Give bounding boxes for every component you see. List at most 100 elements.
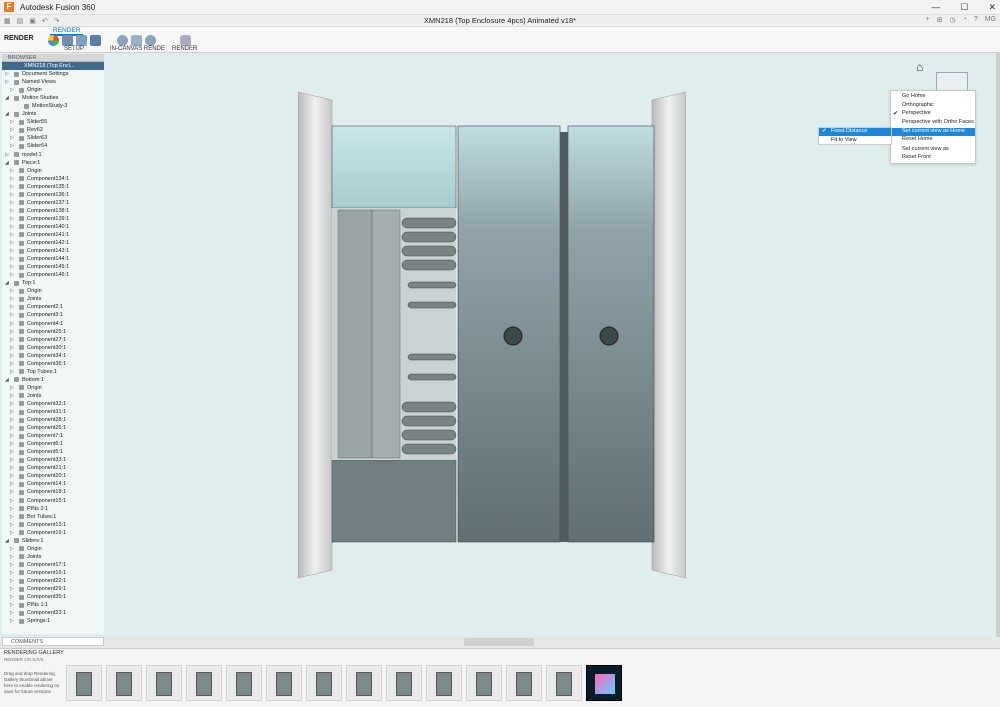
collapsed-arrow-icon[interactable]: ▷ [10, 432, 14, 440]
collapsed-arrow-icon[interactable]: ▷ [10, 311, 14, 319]
render-teapot-icon[interactable] [180, 35, 191, 46]
collapsed-arrow-icon[interactable]: ▷ [10, 480, 14, 488]
browser-tree-row[interactable]: ▷ Document Settings [2, 70, 104, 78]
browser-tree-row[interactable]: ▷ Component138:1 [2, 207, 104, 215]
collapsed-arrow-icon[interactable]: ▷ [10, 521, 14, 529]
browser-tree-row[interactable]: ▷ Component20:1 [2, 472, 104, 480]
browser-tree-row[interactable]: ▷ Component34:1 [2, 352, 104, 360]
browser-tree-row[interactable]: ▷ Component23:1 [2, 609, 104, 617]
browser-tree-row[interactable]: ▷ Component22:1 [2, 577, 104, 585]
add-tab-icon[interactable]: + [926, 16, 930, 24]
browser-tree-row[interactable]: ▷ Origin [2, 86, 104, 94]
collapsed-arrow-icon[interactable]: ▷ [10, 609, 14, 617]
capture-image-icon[interactable] [131, 35, 142, 46]
menu-item-set-home[interactable]: Set current view as Home [902, 128, 965, 134]
gallery-thumbnail[interactable] [386, 665, 422, 701]
browser-tree-row[interactable]: ▷ Component26:1 [2, 424, 104, 432]
browser-tree-row[interactable]: ▷ Component4:1 [2, 320, 104, 328]
browser-tree-row[interactable]: ▷ Component141:1 [2, 231, 104, 239]
browser-tree-row[interactable]: ▷ Component134:1 [2, 175, 104, 183]
browser-tree-row[interactable]: ▷ Rev62 [2, 126, 104, 134]
collapsed-arrow-icon[interactable]: ▷ [10, 505, 14, 513]
browser-tree-row[interactable]: ▷ Component16:1 [2, 569, 104, 577]
collapsed-arrow-icon[interactable]: ▷ [10, 456, 14, 464]
setup-label[interactable]: SETUP [64, 46, 84, 52]
collapsed-arrow-icon[interactable]: ▷ [10, 529, 14, 537]
browser-tree-row[interactable]: ▷ Bot Tubes:1 [2, 513, 104, 521]
browser-tree-row[interactable]: ▷ Component135:1 [2, 183, 104, 191]
browser-tree-row[interactable]: ▷ Component142:1 [2, 239, 104, 247]
collapsed-arrow-icon[interactable]: ▷ [10, 384, 14, 392]
navigation-bar[interactable] [464, 638, 534, 646]
collapsed-arrow-icon[interactable]: ▷ [10, 320, 14, 328]
browser-tree-row[interactable]: ▷ model:1 [2, 151, 104, 159]
browser-tree-row[interactable]: ▷ Component29:1 [2, 585, 104, 593]
browser-tree-row[interactable]: ▷ Component14:1 [2, 480, 104, 488]
expanded-arrow-icon[interactable]: ◢ [5, 110, 9, 118]
collapsed-arrow-icon[interactable]: ▷ [10, 497, 14, 505]
collapsed-arrow-icon[interactable]: ▷ [10, 416, 14, 424]
appearance-icon[interactable] [48, 35, 59, 46]
extensions-icon[interactable]: ⊞ [937, 16, 943, 24]
browser-tree-row[interactable]: ▷ Component140:1 [2, 223, 104, 231]
browser-header[interactable]: BROWSER [2, 54, 104, 62]
viewport-scrollbar[interactable] [996, 53, 1000, 637]
browser-tree-row[interactable]: ▷ PINs 1:1 [2, 601, 104, 609]
browser-tree-row[interactable]: ▷ Component7:1 [2, 432, 104, 440]
browser-tree-row[interactable]: ▷ Component144:1 [2, 255, 104, 263]
collapsed-arrow-icon[interactable]: ▷ [10, 328, 14, 336]
collapsed-arrow-icon[interactable]: ▷ [10, 464, 14, 472]
browser-tree-row[interactable]: MotionStudy-3 [2, 102, 104, 110]
gallery-thumbnail[interactable] [226, 665, 262, 701]
browser-tree-row[interactable]: ◢ Sliders:1 [2, 537, 104, 545]
collapsed-arrow-icon[interactable]: ▷ [10, 392, 14, 400]
expanded-arrow-icon[interactable]: ◢ [5, 94, 9, 102]
submenu-item-fixed-distance[interactable]: Fixed Distance [831, 128, 867, 134]
menu-item-go-home[interactable]: Go Home [902, 93, 926, 99]
collapsed-arrow-icon[interactable]: ▷ [10, 352, 14, 360]
comments-panel[interactable]: COMMENTS [2, 637, 104, 646]
collapsed-arrow-icon[interactable]: ▷ [10, 617, 14, 625]
menu-item-perspective-ortho[interactable]: Perspective with Ortho Faces [902, 119, 974, 125]
collapsed-arrow-icon[interactable]: ▷ [10, 255, 14, 263]
collapsed-arrow-icon[interactable]: ▷ [10, 231, 14, 239]
render-settings-icon[interactable] [145, 35, 156, 46]
browser-tree-row[interactable]: ▷ Component15:1 [2, 497, 104, 505]
home-icon[interactable]: ⌂ [916, 60, 923, 74]
collapsed-arrow-icon[interactable]: ▷ [10, 263, 14, 271]
browser-tree-row[interactable]: ▷ Component27:1 [2, 336, 104, 344]
browser-tree-row[interactable]: ▷ Component35:1 [2, 593, 104, 601]
collapsed-arrow-icon[interactable]: ▷ [10, 175, 14, 183]
browser-tree-row[interactable]: ▷ Joints [2, 295, 104, 303]
browser-tree-row[interactable]: ▷ Component28:1 [2, 416, 104, 424]
browser-tree-row[interactable]: ▷ Joints [2, 553, 104, 561]
collapsed-arrow-icon[interactable]: ▷ [10, 295, 14, 303]
browser-tree-row[interactable]: ▷ Origin [2, 384, 104, 392]
browser-tree-row[interactable]: ▷ Component33:1 [2, 456, 104, 464]
collapsed-arrow-icon[interactable]: ▷ [10, 360, 14, 368]
collapsed-arrow-icon[interactable]: ▷ [10, 424, 14, 432]
minimize-button[interactable]: — [931, 0, 940, 15]
browser-tree-row[interactable]: ▷ Component30:1 [2, 344, 104, 352]
browser-tree-row[interactable]: ◢ Bottom:1 [2, 376, 104, 384]
enclosure-model-render[interactable] [298, 92, 686, 578]
collapsed-arrow-icon[interactable]: ▷ [10, 472, 14, 480]
browser-tree-row[interactable]: ▷ Component2:1 [2, 303, 104, 311]
gallery-thumbnail[interactable] [186, 665, 222, 701]
expanded-arrow-icon[interactable]: ◢ [5, 376, 9, 384]
collapsed-arrow-icon[interactable]: ▷ [10, 287, 14, 295]
gallery-thumbnail[interactable] [146, 665, 182, 701]
collapsed-arrow-icon[interactable]: ▷ [10, 440, 14, 448]
collapsed-arrow-icon[interactable]: ▷ [10, 126, 14, 134]
view-cube[interactable] [936, 72, 968, 92]
browser-tree-row[interactable]: ▷ Component136:1 [2, 191, 104, 199]
collapsed-arrow-icon[interactable]: ▷ [10, 408, 14, 416]
expanded-arrow-icon[interactable]: ◢ [5, 279, 9, 287]
expanded-arrow-icon[interactable]: ◢ [5, 537, 9, 545]
browser-tree-row[interactable]: ▷ Component143:1 [2, 247, 104, 255]
workspace-switcher[interactable]: RENDER [4, 35, 34, 42]
user-avatar[interactable]: MG [985, 16, 996, 24]
menu-item-reset-home[interactable]: Reset Home [902, 136, 933, 142]
browser-tree-row[interactable]: ▷ Component3:1 [2, 311, 104, 319]
collapsed-arrow-icon[interactable]: ▷ [10, 247, 14, 255]
